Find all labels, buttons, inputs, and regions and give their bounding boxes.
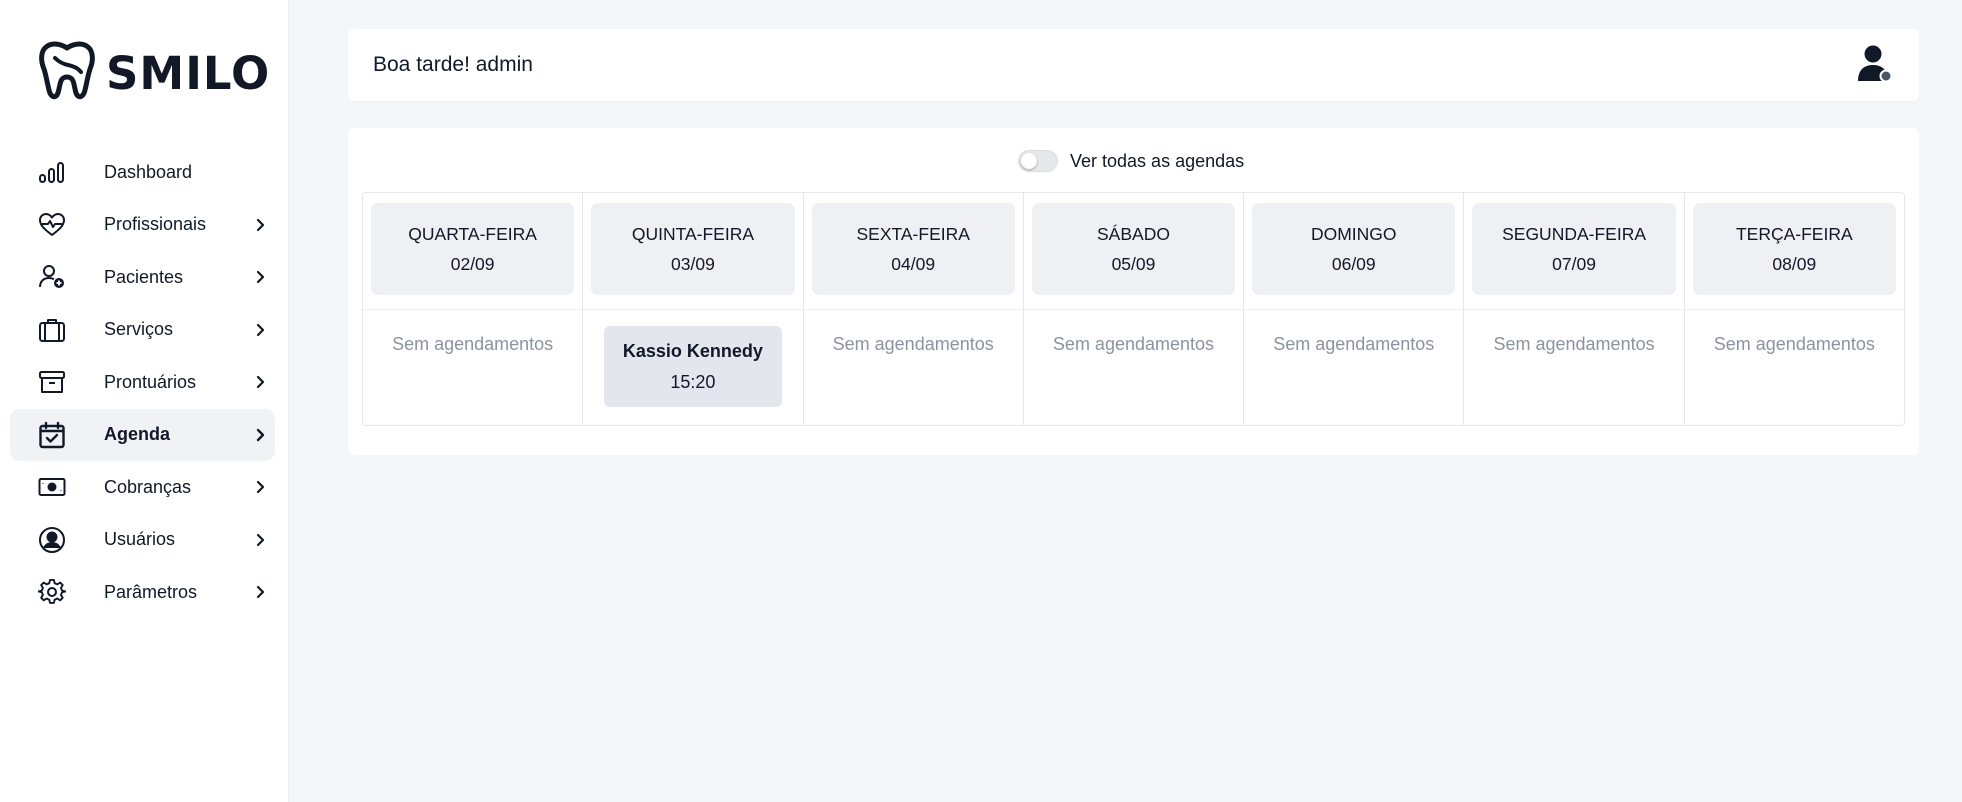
chevron-right-icon (254, 375, 266, 389)
sidebar-item-label: Profissionais (104, 214, 207, 235)
top-header: Boa tarde! admin (348, 29, 1919, 101)
divider (1684, 309, 1904, 310)
toggle-label: Ver todas as agendas (1070, 150, 1245, 171)
day-header: TERÇA-FEIRA 08/09 (1692, 203, 1896, 295)
chevron-right-icon (254, 428, 266, 442)
sidebar-item-prontuarios[interactable]: Prontuários (10, 356, 275, 409)
day-header: SEXTA-FEIRA 04/09 (811, 203, 1015, 295)
sidebar-item-label: Dashboard (104, 161, 193, 182)
day-date: 06/09 (1331, 254, 1376, 274)
appointment-card[interactable]: Kassio Kennedy 15:20 (604, 326, 782, 407)
day-header: SEGUNDA-FEIRA 07/09 (1472, 203, 1676, 295)
agenda-panel: Ver todas as agendas QUARTA-FEIRA 02/09 … (348, 128, 1919, 455)
divider (1464, 309, 1684, 310)
user-menu-button[interactable] (1855, 44, 1895, 86)
calendar-check-icon (38, 421, 66, 449)
greeting-text: Boa tarde! admin (373, 53, 533, 76)
day-column: TERÇA-FEIRA 08/09 Sem agendamentos (1684, 193, 1904, 425)
toggle-knob (1021, 153, 1037, 169)
day-name: SEXTA-FEIRA (856, 224, 970, 244)
no-appointments-text: Sem agendamentos (1493, 334, 1655, 354)
day-name: QUARTA-FEIRA (408, 224, 537, 244)
divider (1023, 309, 1244, 310)
sidebar-item-agenda[interactable]: Agenda (10, 408, 275, 461)
sidebar-item-servicos[interactable]: Serviços (10, 304, 275, 357)
all-schedules-toggle-row: Ver todas as agendas (1018, 148, 1244, 174)
day-date: 02/09 (450, 254, 495, 274)
sidebar-item-label: Parâmetros (104, 581, 198, 602)
day-date: 04/09 (891, 254, 936, 274)
sidebar-item-label: Cobranças (104, 476, 192, 497)
chevron-right-icon (254, 270, 266, 284)
day-header: SÁBADO 05/09 (1031, 203, 1236, 295)
sidebar-nav: Dashboard Profissionais Pacientes Serviç… (10, 146, 275, 619)
day-name: SÁBADO (1097, 224, 1170, 244)
user-circle-icon (38, 526, 66, 554)
user-avatar-icon (1857, 43, 1893, 88)
divider (363, 309, 583, 310)
day-column: SÁBADO 05/09 Sem agendamentos (1023, 193, 1245, 425)
appointment-time: 15:20 (670, 371, 716, 392)
chevron-right-icon (254, 585, 266, 599)
cash-icon (38, 473, 66, 501)
sidebar-item-profissionais[interactable]: Profissionais (10, 199, 275, 252)
chevron-right-icon (254, 480, 266, 494)
day-name: TERÇA-FEIRA (1735, 224, 1853, 244)
archive-icon (38, 368, 66, 396)
day-column: QUINTA-FEIRA 03/09 Kassio Kennedy 15:20 (583, 193, 804, 425)
day-date: 07/09 (1552, 254, 1596, 274)
bar-chart-icon (38, 158, 66, 186)
sidebar-item-dashboard[interactable]: Dashboard (10, 146, 275, 199)
user-add-icon (38, 263, 66, 291)
all-schedules-toggle[interactable] (1018, 150, 1058, 172)
sidebar-item-label: Serviços (104, 319, 174, 340)
no-appointments-text: Sem agendamentos (1052, 334, 1215, 354)
day-date: 08/09 (1772, 254, 1817, 274)
no-appointments-text: Sem agendamentos (1713, 334, 1875, 354)
sidebar-item-label: Pacientes (104, 266, 184, 287)
briefcase-icon (38, 316, 66, 344)
sidebar-item-label: Agenda (104, 424, 171, 445)
heart-pulse-icon (38, 211, 66, 239)
day-column: DOMINGO 06/09 Sem agendamentos (1244, 193, 1465, 425)
day-name: SEGUNDA-FEIRA (1502, 224, 1646, 244)
divider (1244, 309, 1464, 310)
day-header: QUINTA-FEIRA 03/09 (591, 203, 795, 295)
gear-icon (38, 578, 66, 606)
no-appointments-text: Sem agendamentos (392, 334, 554, 354)
sidebar-item-parametros[interactable]: Parâmetros (10, 566, 275, 619)
divider (803, 309, 1023, 310)
tooth-logo-icon (38, 40, 96, 107)
day-column: SEXTA-FEIRA 04/09 Sem agendamentos (803, 193, 1024, 425)
day-name: DOMINGO (1310, 224, 1397, 244)
day-date: 05/09 (1111, 254, 1156, 274)
day-header: QUARTA-FEIRA 02/09 (371, 203, 575, 295)
sidebar-item-pacientes[interactable]: Pacientes (10, 251, 275, 304)
appointment-patient: Kassio Kennedy (622, 340, 763, 361)
brand-logo[interactable]: SMILO (38, 40, 270, 107)
brand-name: SMILO (106, 47, 271, 100)
sidebar-item-usuarios[interactable]: Usuários (10, 514, 275, 567)
chevron-right-icon (254, 218, 266, 232)
sidebar-item-label: Prontuários (104, 371, 197, 392)
sidebar-item-label: Usuários (104, 529, 176, 550)
sidebar-item-cobrancas[interactable]: Cobranças (10, 461, 275, 514)
week-grid: QUARTA-FEIRA 02/09 Sem agendamentos QUIN… (362, 192, 1905, 426)
sidebar: SMILO Dashboard Profissionais Pacientes (0, 0, 289, 802)
day-column: QUARTA-FEIRA 02/09 Sem agendamentos (363, 193, 584, 425)
no-appointments-text: Sem agendamentos (1273, 334, 1435, 354)
day-column: SEGUNDA-FEIRA 07/09 Sem agendamentos (1464, 193, 1685, 425)
chevron-right-icon (254, 533, 266, 547)
divider (583, 309, 803, 310)
chevron-right-icon (254, 323, 266, 337)
no-appointments-text: Sem agendamentos (832, 334, 994, 354)
day-header: DOMINGO 06/09 (1252, 203, 1456, 295)
day-date: 03/09 (671, 254, 715, 274)
day-name: QUINTA-FEIRA (631, 224, 755, 244)
